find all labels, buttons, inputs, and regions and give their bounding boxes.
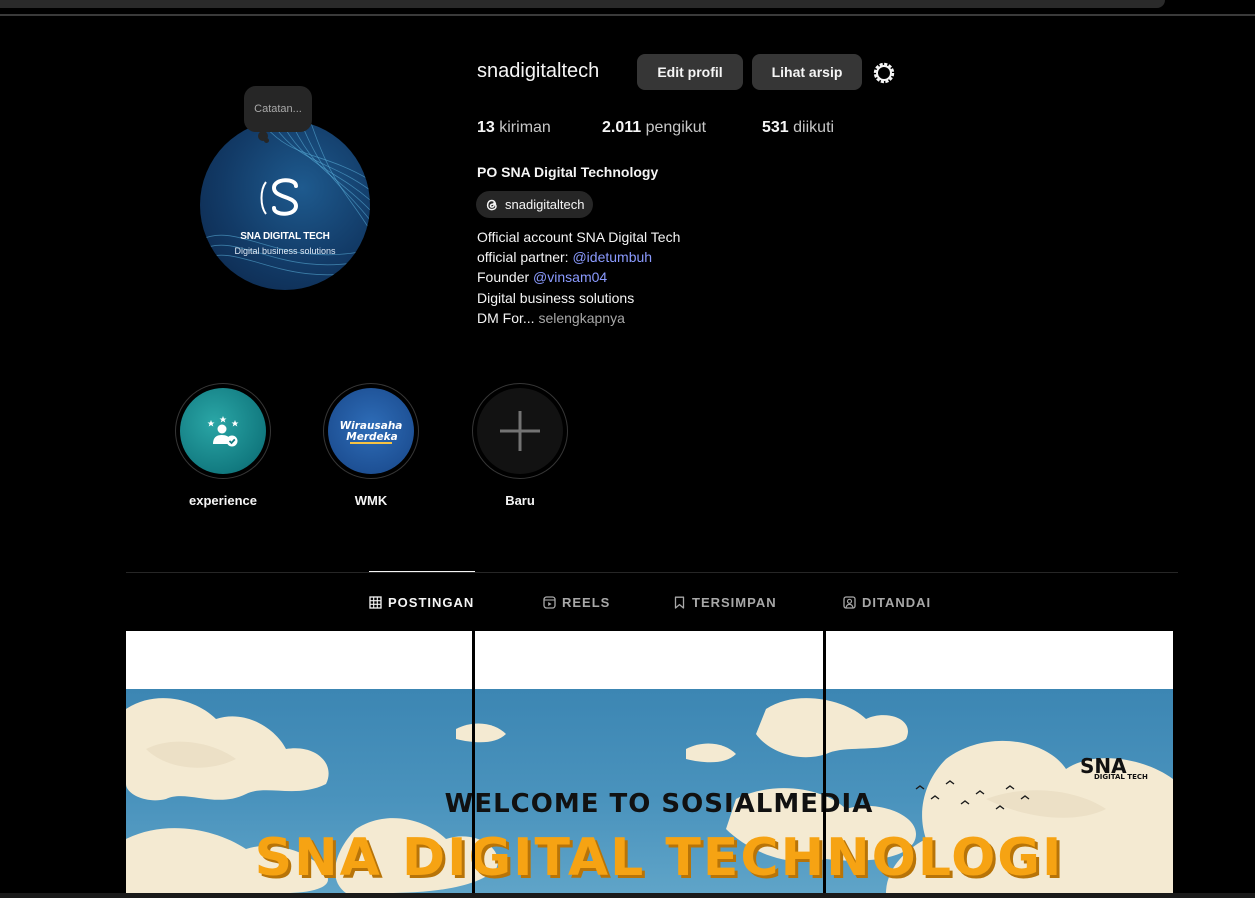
bio-line-4: Digital business solutions (477, 289, 635, 306)
threads-handle: snadigitaltech (505, 197, 585, 212)
tab-label: TERSIMPAN (692, 595, 777, 610)
highlight-cover (477, 388, 563, 474)
see-more-link[interactable]: selengkapnya (535, 310, 624, 326)
highlight-cover (180, 388, 266, 474)
svg-text:Merdeka: Merdeka (346, 431, 397, 443)
highlight-cover: Wirausaha Merdeka (328, 388, 414, 474)
bio-line-2: official partner: @idetumbuh (477, 247, 680, 267)
tab-label: DITANDAI (862, 595, 932, 610)
profile-full-name: PO SNA Digital Technology (477, 164, 659, 180)
stat-followers[interactable]: 2.011 pengikut (602, 119, 706, 137)
followers-count: 2.011 (602, 119, 642, 136)
threads-icon (486, 199, 497, 210)
browser-divider (0, 14, 1255, 16)
banner-welcome-text: WELCOME TO SOSIALMEDIA (444, 789, 874, 819)
tab-posts[interactable]: POSTINGAN (369, 595, 474, 610)
tab-tagged[interactable]: DITANDAI (843, 595, 931, 610)
bio-line-5: DM For... selengkapnya (477, 308, 680, 328)
logo-subtext: DIGITAL TECH (1094, 773, 1148, 781)
highlight-ring (472, 383, 568, 479)
bio-line-1: Official account SNA Digital Tech (477, 229, 681, 245)
highlight-ring (175, 383, 271, 479)
profile-bio: Official account SNA Digital Tech offici… (477, 227, 680, 328)
highlight-label: WMK (354, 493, 388, 508)
followers-label: pengikut (645, 119, 707, 136)
note-bubble[interactable]: Catatan... (244, 86, 312, 132)
highlight-label: Baru (505, 493, 535, 508)
edit-profile-button[interactable]: Edit profil (637, 54, 743, 90)
user-stars-check-icon (207, 416, 239, 447)
highlight-wmk[interactable]: Wirausaha Merdeka WMK (323, 383, 419, 508)
stat-posts: 13 kiriman (477, 119, 551, 137)
following-count: 531 (762, 119, 789, 136)
bio-line-3: Founder @vinsam04 (477, 267, 680, 287)
grid-divider-2 (823, 631, 826, 893)
reels-icon (543, 596, 556, 609)
stat-following[interactable]: 531 diikuti (762, 119, 834, 137)
plus-icon (500, 411, 540, 451)
following-label: diikuti (793, 119, 835, 136)
avatar-wave-graphic (200, 120, 370, 276)
view-archive-button[interactable]: Lihat arsip (752, 54, 862, 90)
bio-dm-prefix: DM For... (477, 309, 535, 326)
tab-label: POSTINGAN (388, 595, 475, 610)
bio-founder-prefix: Founder (477, 269, 534, 286)
grid-divider-1 (472, 631, 475, 893)
threads-link-chip[interactable]: snadigitaltech (476, 191, 593, 218)
note-bubble-tail-small (264, 138, 269, 143)
highlight-ring: Wirausaha Merdeka (323, 383, 419, 479)
partner-mention-link[interactable]: @idetumbuh (572, 249, 652, 265)
avatar-brand-title: SNA DIGITAL TECH (240, 231, 330, 242)
banner-title-text: SNA DIGITAL TECHNOLOGI (254, 828, 1064, 888)
tagged-icon (843, 596, 856, 609)
posts-grid[interactable]: SNA DIGITAL TECH WELCOME TO SOSIALMEDIA … (126, 631, 1173, 893)
highlight-experience[interactable]: experience (175, 383, 271, 508)
bottom-edge (0, 893, 1255, 898)
grid-icon (369, 596, 382, 609)
tabs-divider (126, 572, 1178, 573)
wirausaha-merdeka-logo: Wirausaha Merdeka (340, 420, 402, 444)
founder-mention-link[interactable]: @vinsam04 (533, 269, 607, 285)
bio-partner-prefix: official partner: (477, 249, 573, 266)
banner-sna-logo: SNA DIGITAL TECH (1080, 754, 1148, 781)
active-tab-indicator (369, 571, 475, 572)
settings-gear-icon[interactable] (871, 60, 897, 86)
bookmark-icon (674, 596, 685, 609)
tab-reels[interactable]: REELS (543, 595, 610, 610)
browser-tab-strip (0, 0, 1165, 8)
tab-saved[interactable]: TERSIMPAN (673, 595, 777, 610)
highlight-label: experience (189, 493, 257, 508)
profile-username: snadigitaltech (477, 60, 600, 82)
profile-avatar[interactable]: SNA DIGITAL TECH Digital business soluti… (200, 120, 370, 290)
tab-label: REELS (562, 595, 611, 610)
highlight-new[interactable]: Baru (472, 383, 568, 508)
posts-count: 13 (477, 119, 495, 136)
avatar-brand-subtitle: Digital business solutions (234, 246, 336, 256)
browser-top-strip (0, 0, 1255, 16)
posts-label: kiriman (499, 119, 551, 136)
